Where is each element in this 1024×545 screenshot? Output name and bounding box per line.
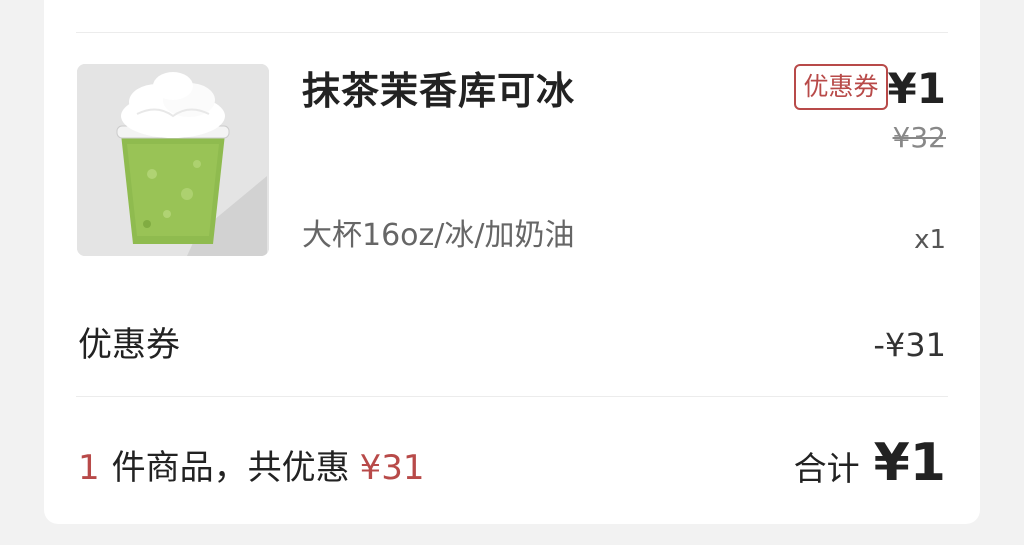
product-name: 抹茶茉香库可冰 [302, 69, 576, 113]
coupon-row-label: 优惠券 [78, 325, 180, 365]
original-price: ¥32 [892, 121, 946, 154]
product-spec: 大杯16oz/冰/加奶油 [302, 218, 575, 253]
matcha-cup-icon [77, 64, 269, 256]
total-saving: ¥31 [359, 448, 425, 488]
divider [76, 32, 948, 33]
product-quantity: x1 [914, 225, 946, 255]
order-total: 合计 ¥1 [794, 430, 946, 508]
divider [76, 396, 948, 397]
coupon-row-value: -¥31 [873, 326, 946, 364]
item-count-text: 件商品，共优惠 [111, 448, 350, 488]
total-label: 合计 [793, 449, 860, 488]
product-image [77, 64, 269, 256]
item-count: 1 [78, 448, 100, 488]
coupon-badge: 优惠券 [794, 64, 888, 110]
order-summary: 1 件商品，共优惠 ¥31 [78, 440, 425, 496]
total-value: ¥1 [873, 433, 946, 493]
product-price: ¥1 [887, 64, 946, 113]
order-card: 抹茶茉香库可冰 大杯16oz/冰/加奶油 优惠券 ¥1 ¥32 x1 优惠券 -… [44, 0, 980, 524]
